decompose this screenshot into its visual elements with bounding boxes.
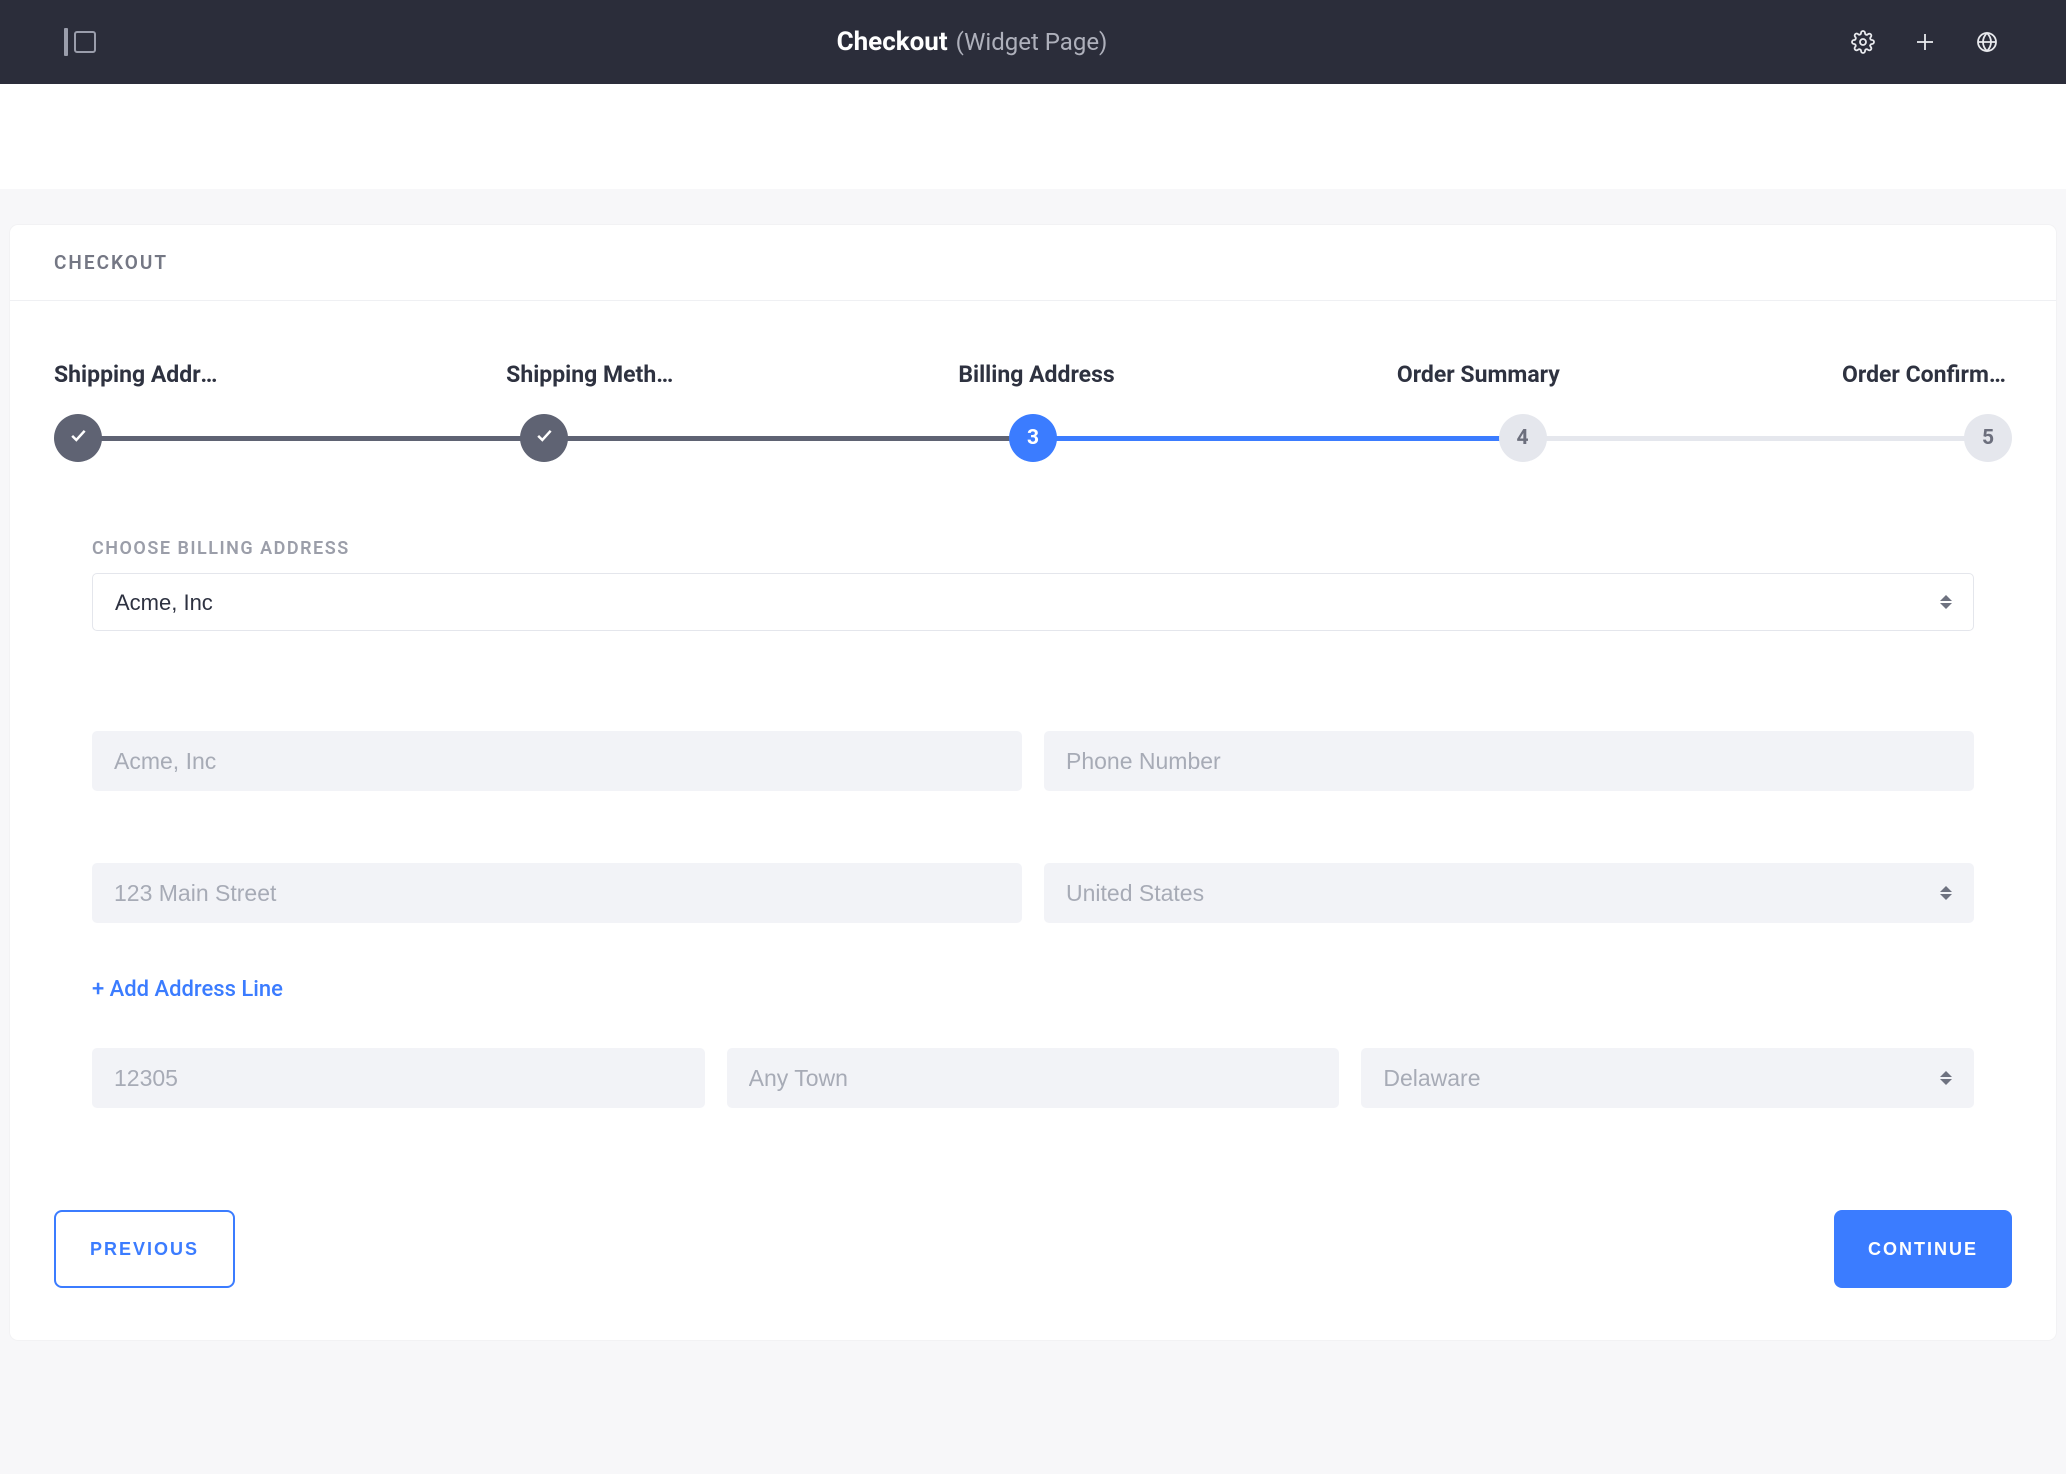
check-icon: [534, 425, 554, 451]
choose-billing-select-wrap: Acme, Inc: [92, 573, 1974, 631]
card-title: CHECKOUT: [54, 251, 168, 274]
step-segment-4: [1523, 436, 1989, 441]
stepper-track: 3 4 5: [54, 414, 2012, 462]
step-dot-3[interactable]: 3: [1009, 414, 1057, 462]
globe-button[interactable]: [1972, 27, 2002, 57]
step-segment-2: [544, 436, 1034, 441]
choose-billing-label: CHOOSE BILLING ADDRESS: [92, 538, 1974, 559]
step-dot-1[interactable]: [54, 414, 102, 462]
panel-toggle-box-icon: [74, 31, 96, 53]
page-body: CHECKOUT Shipping Address Shipping Metho…: [0, 189, 2066, 1474]
step-dot-2[interactable]: [520, 414, 568, 462]
page-title: Checkout: [837, 27, 948, 57]
zip-input[interactable]: [92, 1048, 705, 1108]
app-header: Checkout (Widget Page): [0, 0, 2066, 84]
previous-button[interactable]: PREVIOUS: [54, 1210, 235, 1288]
panel-toggle-button[interactable]: [64, 28, 96, 56]
billing-form: CHOOSE BILLING ADDRESS Acme, Inc United …: [10, 482, 2056, 1118]
settings-button[interactable]: [1848, 27, 1878, 57]
stepper-labels: Shipping Address Shipping Method Billing…: [54, 361, 2012, 388]
add-address-line-link[interactable]: + Add Address Line: [92, 977, 283, 1002]
company-input[interactable]: [92, 731, 1022, 791]
step-segment-3: [1033, 436, 1523, 441]
step-number-5: 5: [1982, 426, 1994, 450]
choose-billing-select[interactable]: Acme, Inc: [92, 573, 1974, 631]
step-segment-1: [78, 436, 544, 441]
panel-toggle-bar-icon: [64, 28, 68, 56]
phone-input[interactable]: [1044, 731, 1974, 791]
step-label-order-confirmation: Order Confirmation: [1842, 361, 2012, 388]
step-dot-5[interactable]: 5: [1964, 414, 2012, 462]
street-input[interactable]: [92, 863, 1022, 923]
country-select[interactable]: United States: [1044, 863, 1974, 923]
step-dot-4[interactable]: 4: [1499, 414, 1547, 462]
step-number-3: 3: [1027, 426, 1039, 450]
step-label-order-summary: Order Summary: [1397, 361, 1560, 388]
step-label-shipping-method: Shipping Method: [506, 361, 676, 388]
globe-icon: [1975, 30, 1999, 54]
city-input[interactable]: [727, 1048, 1340, 1108]
card-header: CHECKOUT: [10, 225, 2056, 301]
step-label-billing-address: Billing Address: [958, 361, 1114, 388]
page-subtitle: (Widget Page): [956, 28, 1108, 56]
plus-icon: [1913, 30, 1937, 54]
form-footer: PREVIOUS CONTINUE: [10, 1118, 2056, 1340]
step-label-shipping-address: Shipping Address: [54, 361, 224, 388]
add-button[interactable]: [1910, 27, 1940, 57]
step-number-4: 4: [1516, 426, 1528, 450]
header-title-group: Checkout (Widget Page): [96, 27, 1848, 57]
state-select[interactable]: Delaware: [1361, 1048, 1974, 1108]
continue-button[interactable]: CONTINUE: [1834, 1210, 2012, 1288]
check-icon: [68, 425, 88, 451]
checkout-card: CHECKOUT Shipping Address Shipping Metho…: [10, 225, 2056, 1340]
sub-header-strip: [0, 84, 2066, 189]
gear-icon: [1851, 30, 1875, 54]
